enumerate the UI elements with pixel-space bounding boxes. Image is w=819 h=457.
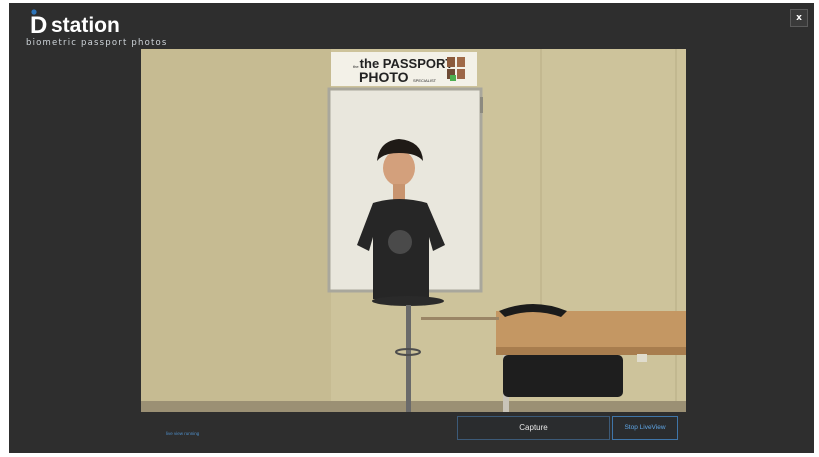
logo-tagline: biometric passport photos xyxy=(26,38,168,48)
tshirt-print xyxy=(388,230,412,254)
idstation-logo: D station biometric passport photos xyxy=(25,8,166,48)
stool-seat xyxy=(372,296,444,306)
sign-photo-2 xyxy=(457,57,465,67)
chair-seat xyxy=(503,355,623,397)
logo-wordmark: station xyxy=(51,14,120,37)
sign-text-3: SPECIALIST xyxy=(413,78,437,83)
stool-pole xyxy=(406,305,411,412)
desk-side xyxy=(421,317,499,320)
sign-photo-4 xyxy=(457,69,465,79)
wall-left-shade xyxy=(141,49,331,412)
live-view-image: the the PASSPORT PHOTO SPECIALIST xyxy=(141,49,686,412)
close-button[interactable]: x xyxy=(790,9,808,27)
mannequin-neck xyxy=(393,184,405,200)
whiteboard-clip xyxy=(480,97,483,113)
sign-photo-1 xyxy=(447,57,455,67)
app-window: D station biometric passport photos x th… xyxy=(9,3,814,453)
logo-letter: D xyxy=(30,12,47,38)
sign-text-2: PHOTO xyxy=(359,69,409,85)
sign-green-badge xyxy=(450,75,456,81)
desk-top xyxy=(496,311,686,351)
mannequin-face xyxy=(383,150,415,186)
desk-edge xyxy=(496,347,686,355)
capture-button[interactable]: Capture xyxy=(457,416,610,440)
stop-liveview-button[interactable]: Stop LiveView xyxy=(612,416,678,440)
camera-live-view: the the PASSPORT PHOTO SPECIALIST xyxy=(141,49,686,412)
floor xyxy=(141,401,686,412)
wall-socket xyxy=(637,354,647,362)
logo-mark: D station xyxy=(30,9,120,38)
live-view-status: live view running xyxy=(166,431,200,436)
